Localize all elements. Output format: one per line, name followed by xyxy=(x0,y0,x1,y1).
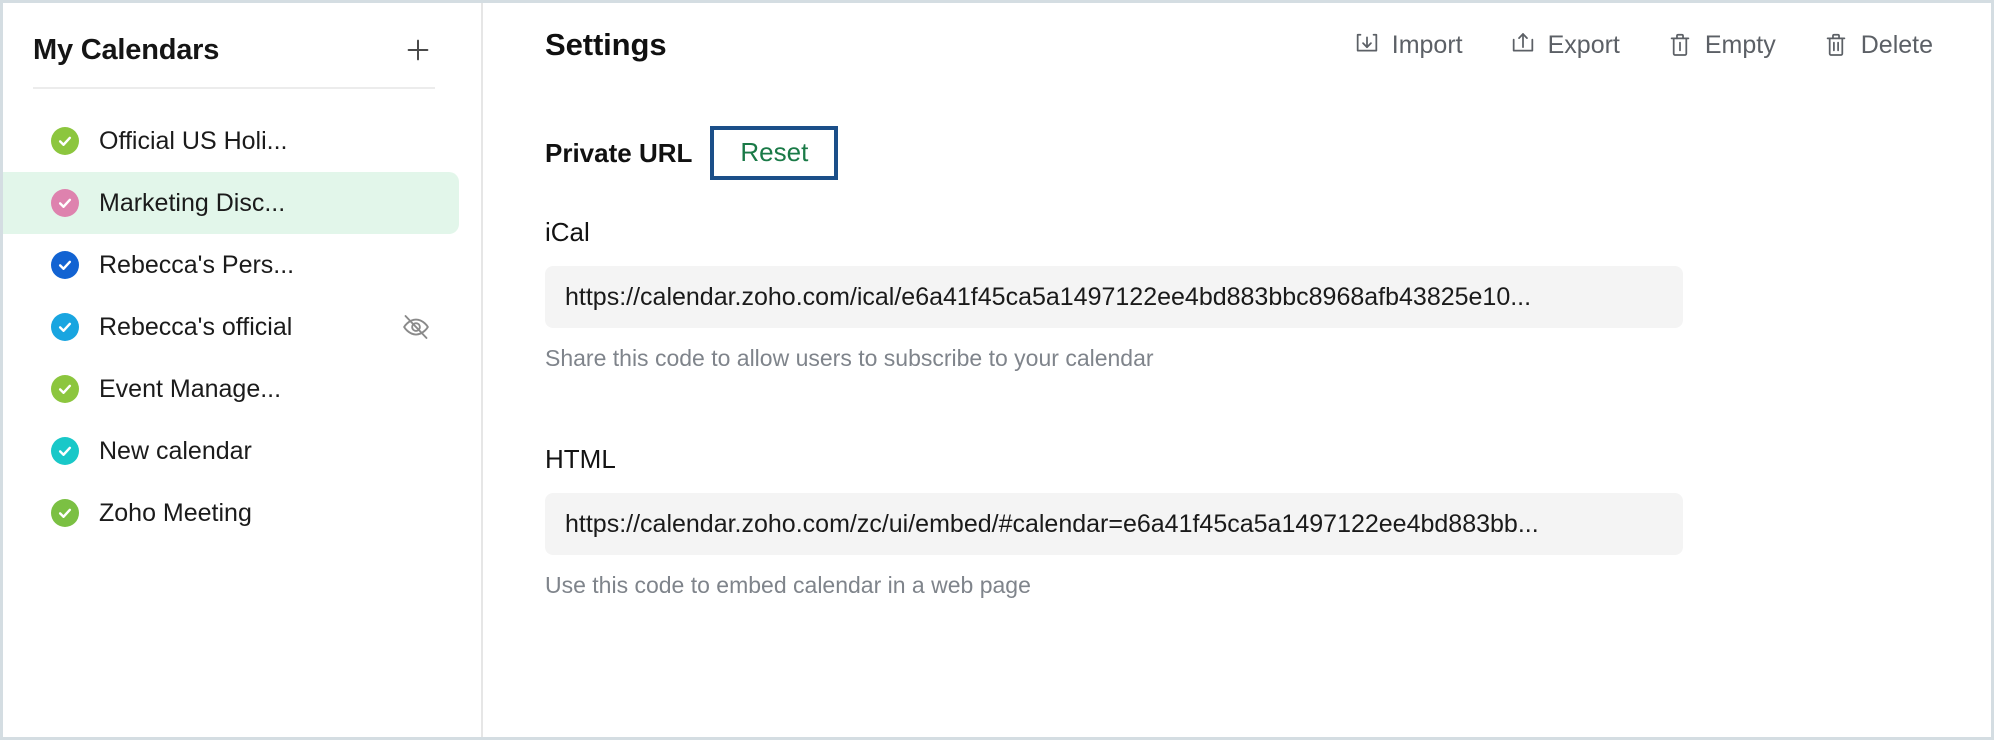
url-field-label: iCal xyxy=(545,217,1929,248)
url-field-label: HTML xyxy=(545,444,1929,475)
toolbar-export-button[interactable]: Export xyxy=(1509,31,1620,60)
calendar-list-item[interactable]: Marketing Disc... xyxy=(3,172,459,234)
trash-delete-icon xyxy=(1822,31,1850,59)
url-field-group: HTML https://calendar.zoho.com/zc/ui/embe… xyxy=(545,444,1929,599)
url-field-value: https://calendar.zoho.com/zc/ui/embed/#c… xyxy=(565,510,1539,539)
page-title: Settings xyxy=(545,27,667,63)
sidebar-title: My Calendars xyxy=(33,34,219,67)
url-field-value: https://calendar.zoho.com/ical/e6a41f45c… xyxy=(565,283,1531,312)
reset-button[interactable]: Reset xyxy=(710,126,838,180)
calendar-checkbox[interactable] xyxy=(51,251,79,279)
sidebar-header: My Calendars xyxy=(3,3,481,67)
toolbar-button-label: Empty xyxy=(1705,31,1776,60)
trash-empty-icon xyxy=(1666,31,1694,59)
calendar-checkbox[interactable] xyxy=(51,313,79,341)
url-field-hint: Use this code to embed calendar in a web… xyxy=(545,572,1929,599)
calendar-checkbox[interactable] xyxy=(51,375,79,403)
calendar-checkbox[interactable] xyxy=(51,127,79,155)
settings-body: Private URL Reset iCal https://calendar.z… xyxy=(483,127,1991,599)
toolbar-import-button[interactable]: Import xyxy=(1353,31,1463,60)
url-field-hint: Share this code to allow users to subscr… xyxy=(545,345,1929,372)
calendar-settings-window: My Calendars Official US Holi... Marketin… xyxy=(0,0,1994,740)
calendar-list-item[interactable]: Official US Holi... xyxy=(3,110,459,172)
toolbar-button-label: Delete xyxy=(1861,31,1933,60)
calendar-list-item[interactable]: Rebecca's official xyxy=(3,296,459,358)
main-header: Settings Import Export Empty Delete xyxy=(483,3,1991,63)
eye-off-icon[interactable] xyxy=(401,312,431,342)
toolbar-empty-button[interactable]: Empty xyxy=(1666,31,1776,60)
calendar-list-item-label: Event Manage... xyxy=(99,375,281,404)
toolbar-button-label: Import xyxy=(1392,31,1463,60)
calendar-list-item[interactable]: Zoho Meeting xyxy=(3,482,459,544)
calendar-list-item[interactable]: New calendar xyxy=(3,420,459,482)
export-icon xyxy=(1509,31,1537,59)
import-icon xyxy=(1353,31,1381,59)
calendar-list-item-label: Official US Holi... xyxy=(99,127,287,156)
toolbar-delete-button[interactable]: Delete xyxy=(1822,31,1933,60)
main-panel: Settings Import Export Empty Delete Private… xyxy=(483,3,1991,737)
calendar-list-item-label: Zoho Meeting xyxy=(99,499,252,528)
calendar-list-item-label: Rebecca's official xyxy=(99,313,292,342)
calendar-checkbox[interactable] xyxy=(51,189,79,217)
calendar-list-item[interactable]: Rebecca's Pers... xyxy=(3,234,459,296)
toolbar: Import Export Empty Delete xyxy=(1353,31,1933,60)
calendar-list-item-label: Marketing Disc... xyxy=(99,189,285,218)
private-url-label: Private URL xyxy=(545,138,692,169)
plus-icon xyxy=(403,35,433,65)
url-field-group: iCal https://calendar.zoho.com/ical/e6a41… xyxy=(545,217,1929,372)
private-url-row: Private URL Reset xyxy=(545,127,1929,179)
add-calendar-button[interactable] xyxy=(401,33,435,67)
sidebar-divider xyxy=(33,87,435,89)
calendar-list-item[interactable]: Event Manage... xyxy=(3,358,459,420)
url-fields: iCal https://calendar.zoho.com/ical/e6a41… xyxy=(545,217,1929,599)
toolbar-button-label: Export xyxy=(1548,31,1620,60)
calendar-checkbox[interactable] xyxy=(51,437,79,465)
calendar-checkbox[interactable] xyxy=(51,499,79,527)
calendar-list: Official US Holi... Marketing Disc... Rebe… xyxy=(3,110,481,544)
calendar-list-item-label: Rebecca's Pers... xyxy=(99,251,294,280)
url-field-input[interactable]: https://calendar.zoho.com/ical/e6a41f45c… xyxy=(545,266,1683,328)
url-field-input[interactable]: https://calendar.zoho.com/zc/ui/embed/#c… xyxy=(545,493,1683,555)
sidebar: My Calendars Official US Holi... Marketin… xyxy=(3,3,483,737)
calendar-list-item-label: New calendar xyxy=(99,437,252,466)
